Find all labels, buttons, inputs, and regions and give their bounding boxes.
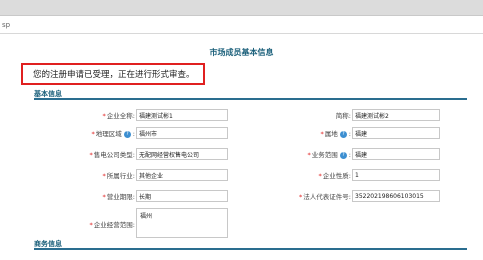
location-input[interactable]: 福建 — [352, 127, 440, 139]
field-industry: *所属行业: 其他企业 — [70, 169, 228, 181]
question-circle-icon[interactable]: ? — [339, 130, 347, 138]
region-label: 地理区域 — [95, 130, 122, 138]
field-sales-type: *售电公司类型: 无配网经营权售电公司 — [70, 148, 228, 160]
browser-top-bar — [0, 0, 483, 16]
field-short-name: 简称: 福建测试彬2 — [300, 109, 440, 121]
company-name-label: 企业全称 — [106, 112, 133, 120]
field-location: *属地?: 福建 — [300, 127, 440, 139]
notice-text: 您的注册申请已受理，正在进行形式审查。 — [33, 70, 195, 80]
business-scope-input[interactable]: 福建 — [352, 148, 440, 160]
registration-notice: 您的注册申请已受理，正在进行形式审查。 — [21, 63, 205, 85]
scope-textarea[interactable]: 福州 — [136, 208, 228, 238]
field-legal-id: *法人代表证件号: 352202198606103015 — [285, 190, 440, 202]
field-company-name: *企业全称: 福建测试彬1 — [70, 109, 228, 121]
section-basic-info: 基本信息 — [34, 90, 467, 100]
business-scope-label: 业务范围 — [311, 151, 338, 159]
term-label: 营业期限 — [106, 193, 133, 201]
field-business-scope: *业务范围?: 福建 — [300, 148, 440, 160]
field-company-nature: *企业性质: 1 — [300, 169, 440, 181]
page-title: 市场成员基本信息 — [209, 48, 274, 57]
question-circle-icon[interactable]: ? — [123, 130, 131, 138]
scope-label: 企业经营范围 — [93, 221, 133, 229]
section-business-info: 商务信息 — [34, 240, 467, 250]
company-nature-label: 企业性质 — [322, 172, 349, 180]
sales-type-input[interactable]: 无配网经营权售电公司 — [136, 148, 228, 160]
region-input[interactable]: 福州市 — [136, 127, 228, 139]
field-term: *营业期限: 长期 — [70, 190, 228, 202]
legal-id-label: 法人代表证件号 — [303, 193, 349, 201]
short-name-input[interactable]: 福建测试彬2 — [352, 109, 440, 121]
location-label: 属地 — [324, 130, 338, 138]
term-input[interactable]: 长期 — [136, 190, 228, 202]
breadcrumb: sp — [2, 21, 11, 29]
industry-input[interactable]: 其他企业 — [136, 169, 228, 181]
section-basic-title: 基本信息 — [34, 90, 62, 98]
field-scope: *企业经营范围: — [89, 221, 135, 229]
short-name-label: 简称 — [335, 112, 349, 120]
section-business-title: 商务信息 — [34, 240, 62, 248]
field-region: *地理区域?: 福州市 — [70, 127, 228, 139]
sales-type-label: 售电公司类型 — [93, 151, 133, 159]
industry-label: 所属行业 — [106, 172, 133, 180]
breadcrumb-divider — [0, 33, 483, 34]
company-name-input[interactable]: 福建测试彬1 — [136, 109, 228, 121]
question-circle-icon[interactable]: ? — [339, 151, 347, 159]
legal-id-input[interactable]: 352202198606103015 — [352, 190, 440, 202]
company-nature-input[interactable]: 1 — [352, 169, 440, 181]
